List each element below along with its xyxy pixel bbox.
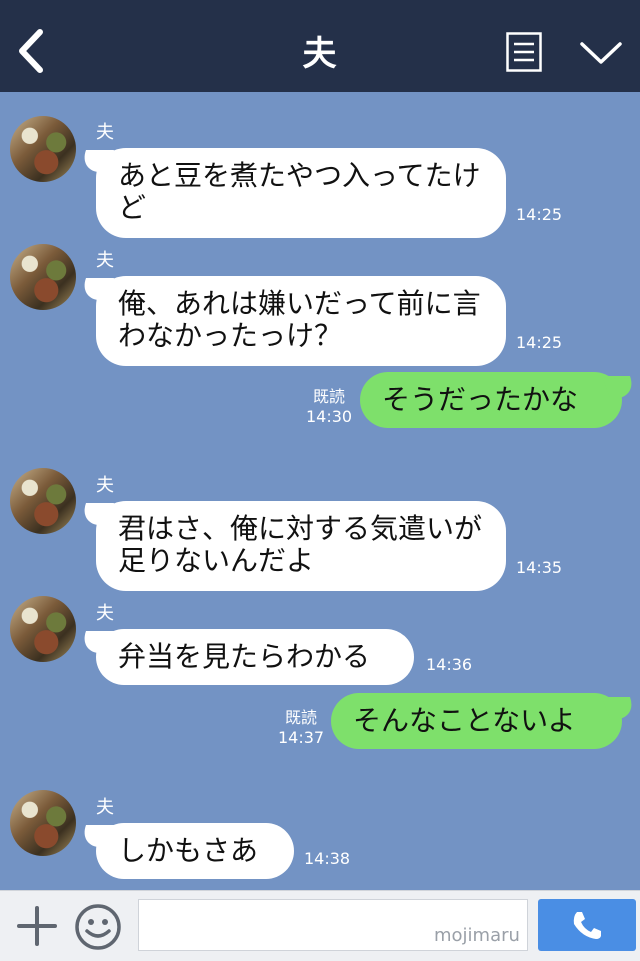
- avatar[interactable]: [10, 116, 76, 182]
- chat-title: 夫: [302, 34, 338, 74]
- message-bubble[interactable]: しかもさあ: [96, 823, 294, 879]
- sticker-button[interactable]: [74, 903, 122, 951]
- input-bar: mojimaru: [0, 890, 640, 961]
- menu-button[interactable]: [506, 32, 542, 72]
- message-time: 14:38: [304, 849, 351, 868]
- message-time: 14:30: [306, 407, 353, 426]
- message-time: 14:37: [278, 728, 325, 747]
- sender-name: 夫: [96, 797, 114, 818]
- chat-header: 夫: [0, 0, 640, 92]
- message-time: 14:36: [426, 655, 473, 674]
- message-bubble[interactable]: 君はさ、俺に対する気遣いが足りないんだよ: [96, 501, 506, 591]
- message-time: 14:25: [516, 333, 563, 352]
- message-time: 14:25: [516, 205, 563, 224]
- message-bubble[interactable]: 弁当を見たらわかる: [96, 629, 414, 685]
- chevron-down-icon: [580, 42, 622, 64]
- read-receipt: 既読 14:30: [306, 387, 352, 427]
- sender-name: 夫: [96, 603, 114, 624]
- read-label: 既読: [313, 387, 346, 406]
- avatar[interactable]: [10, 468, 76, 534]
- plus-icon: [17, 906, 57, 946]
- expand-button[interactable]: [578, 38, 624, 68]
- message-bubble[interactable]: そうだったかな: [360, 372, 622, 428]
- sender-name: 夫: [96, 475, 114, 496]
- avatar[interactable]: [10, 596, 76, 662]
- sender-name: 夫: [96, 250, 114, 271]
- message-bubble[interactable]: そんなことないよ: [331, 693, 622, 749]
- read-label: 既読: [285, 708, 318, 727]
- add-attachment-button[interactable]: [16, 905, 58, 947]
- phone-icon: [573, 912, 601, 939]
- message-bubble[interactable]: あと豆を煮たやつ入ってたけど: [96, 148, 506, 238]
- sender-name: 夫: [96, 122, 114, 143]
- avatar[interactable]: [10, 790, 76, 856]
- avatar[interactable]: [10, 244, 76, 310]
- smiley-icon: [75, 904, 121, 950]
- document-lines-icon: [506, 32, 542, 72]
- message-bubble[interactable]: 俺、あれは嫌いだって前に言わなかったっけ？: [96, 276, 506, 366]
- message-time: 14:35: [516, 558, 563, 577]
- read-receipt: 既読 14:37: [278, 708, 324, 748]
- watermark-text: mojimaru: [434, 925, 520, 946]
- call-button[interactable]: [538, 899, 636, 951]
